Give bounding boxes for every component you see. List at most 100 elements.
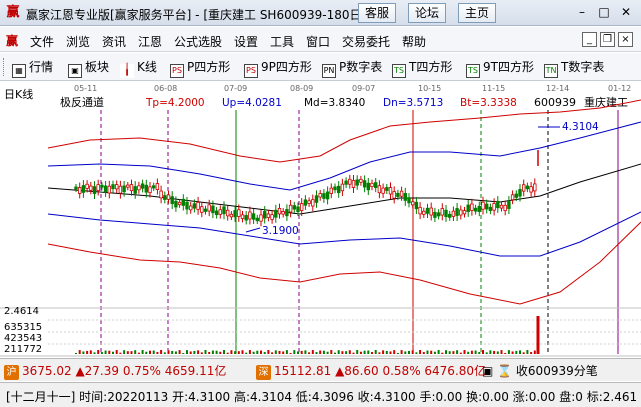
candle-body (151, 185, 156, 189)
menu-tools[interactable]: 工具 (270, 33, 294, 50)
volume-bar (285, 350, 288, 354)
window-title: 赢家江恩专业版[赢家服务平台] - [重庆建工 SH600939-180日 (26, 8, 362, 22)
candle-body (503, 204, 507, 212)
volume-bar (459, 352, 462, 354)
volume-bar (426, 350, 429, 354)
tick-alert[interactable]: ▣ ⌛ 收600939分笔 (482, 362, 598, 379)
candle-body (322, 193, 326, 199)
candle-body (78, 187, 82, 194)
menu-file[interactable]: 文件 (30, 33, 54, 50)
child-minimize-icon[interactable]: _ (582, 32, 597, 47)
volume-bar (404, 351, 407, 354)
volume-bar (200, 352, 203, 354)
candle-body (410, 201, 415, 206)
title-bar: 赢 赢家江恩专业版[赢家服务平台] - [重庆建工 SH600939-180日 … (0, 0, 641, 26)
candle-body (288, 204, 293, 213)
customer-service-button[interactable]: 客服 (358, 3, 397, 23)
candle-body (259, 214, 263, 222)
menu-window[interactable]: 窗口 (306, 33, 330, 50)
menu-settings[interactable]: 设置 (234, 33, 258, 50)
tool-t-number-table-button[interactable]: TN T数字表 (544, 58, 604, 78)
volume-bar (430, 350, 433, 354)
candle-body (255, 217, 259, 222)
volume-bar (215, 350, 218, 354)
volume-bar (234, 351, 237, 354)
tool-sectors-button[interactable]: ▣ 板块 (68, 58, 109, 78)
volume-bar (319, 350, 322, 354)
tool-9p-square-button[interactable]: PS 9P四方形 (244, 58, 312, 78)
candle-body (89, 185, 93, 191)
volume-bar (252, 351, 255, 354)
date-label: 11-15 (482, 84, 505, 93)
volume-bar (223, 350, 225, 354)
ts-icon: TS (466, 64, 480, 78)
alert-icon: ▣ ⌛ (482, 364, 516, 378)
tool-9t-square-button[interactable]: TS 9T四方形 (466, 58, 534, 78)
tool-p-square-button[interactable]: PS P四方形 (170, 58, 230, 78)
minimize-icon[interactable]: – (574, 4, 590, 20)
close-icon[interactable]: ✕ (618, 4, 634, 20)
child-restore-icon[interactable]: ❐ (600, 32, 615, 47)
tn-icon: TN (544, 64, 558, 78)
candle-body (470, 203, 474, 211)
tool-t-square-button[interactable]: TS T四方形 (392, 58, 452, 78)
volume-bar (322, 350, 325, 354)
kline-chart-panel[interactable]: 日K线 极反通道 Tp=4.2000 Up=4.0281 Md=3.8340 D… (0, 82, 641, 356)
tool-kline-button[interactable]: ╽ K线 (120, 58, 157, 78)
ps-icon: PS (170, 64, 184, 78)
candle-body (107, 185, 111, 194)
tool-p-number-table-button[interactable]: PN P数字表 (322, 58, 382, 78)
candle-body (311, 199, 315, 207)
volume-bar (345, 351, 348, 354)
volume-bar (400, 350, 403, 354)
menu-trade[interactable]: 交易委托 (342, 33, 390, 50)
sh-index[interactable]: 沪 3675.02 ▲27.39 0.75% 4659.11亿 (4, 362, 226, 380)
volume-bar (422, 352, 425, 354)
volume-bar (274, 350, 277, 354)
menu-browse[interactable]: 浏览 (66, 33, 90, 50)
app-logo-icon: 赢 (6, 5, 20, 20)
sz-index[interactable]: 深 15112.81 ▲86.60 0.58% 6476.80亿 (256, 362, 486, 380)
candle-body (211, 205, 215, 214)
candle-body (351, 180, 356, 188)
homepage-button[interactable]: 主页 (458, 3, 497, 23)
maximize-icon[interactable]: □ (596, 4, 612, 20)
tool-quotes-button[interactable]: ▦ 行情 (12, 58, 53, 78)
volume-bar (297, 351, 299, 354)
volume-bars (75, 316, 540, 354)
candle-body (455, 208, 459, 216)
volume-bar (141, 350, 144, 354)
menu-help[interactable]: 帮助 (402, 33, 426, 50)
volume-bar (226, 352, 229, 354)
candle-body (459, 209, 463, 216)
volume-bar (149, 350, 151, 354)
forum-button[interactable]: 论坛 (408, 3, 447, 23)
bar-info-status: [十二月十一] 时间:20220113 开:4.3100 高:4.3104 低:… (0, 382, 641, 407)
candle-body (292, 205, 296, 210)
dn-value: Dn=3.5713 (383, 97, 443, 109)
last-volume-bar (536, 316, 540, 354)
volume-bar (470, 350, 473, 354)
menu-gann[interactable]: 江恩 (138, 33, 162, 50)
grid-icon: ▦ (12, 64, 26, 78)
up-value: Up=4.0281 (222, 97, 282, 109)
kline-chart[interactable]: 日K线 极反通道 Tp=4.2000 Up=4.0281 Md=3.8340 D… (0, 82, 641, 356)
volume-bar (500, 350, 503, 354)
menu-news[interactable]: 资讯 (102, 33, 126, 50)
volume-bar (415, 352, 418, 354)
toolbar-grip[interactable] (3, 58, 6, 76)
candle-body (251, 213, 256, 220)
candle-body (244, 215, 248, 221)
candle-body (148, 186, 152, 194)
menu-formula-select[interactable]: 公式选股 (174, 33, 222, 50)
volume-bar (211, 350, 214, 354)
candle-body (203, 208, 208, 212)
chart-scrollbar[interactable] (0, 355, 641, 357)
bt-value: Bt=3.3338 (460, 97, 517, 109)
candle-body (429, 207, 433, 216)
candle-body (170, 196, 174, 205)
volume-bar (134, 350, 137, 354)
candle-body (163, 195, 167, 200)
child-close-icon[interactable]: × (618, 32, 633, 47)
bar-info-text: [十二月十一] 时间:20220113 开:4.3100 高:4.3104 低:… (6, 390, 638, 404)
